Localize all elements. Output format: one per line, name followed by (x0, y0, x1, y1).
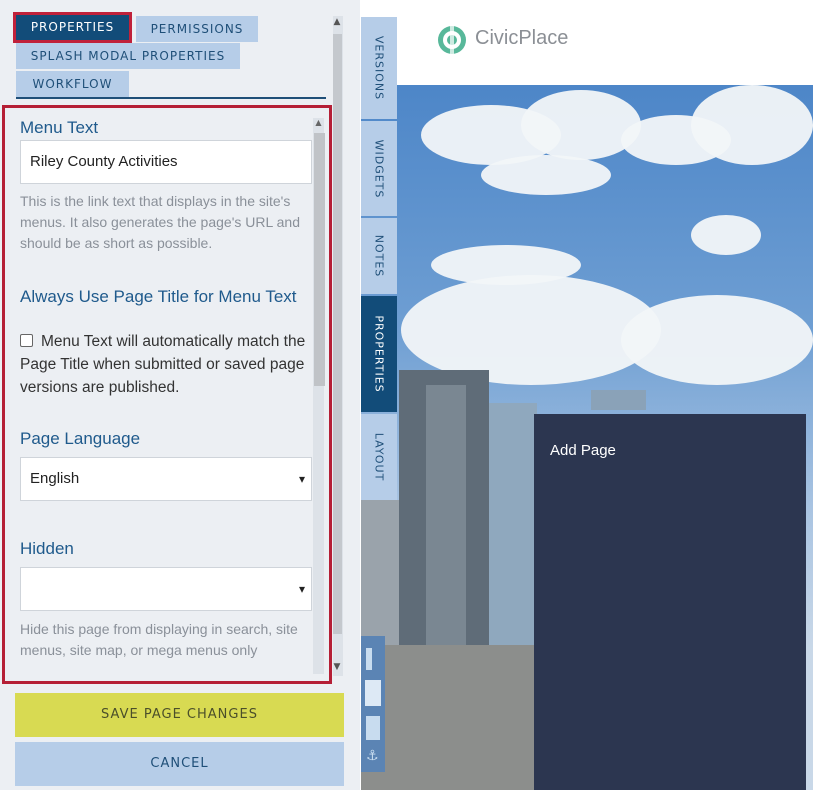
always-use-title-text: Menu Text will automatically match the P… (20, 333, 306, 396)
vtab-widgets-label: WIDGETS (372, 139, 386, 198)
always-use-title-checkbox[interactable] (20, 334, 33, 347)
page-language-label: Page Language (20, 429, 141, 448)
form-scrollbar-thumb[interactable] (314, 133, 325, 386)
menu-text-help: This is the link text that displays in t… (20, 193, 300, 251)
chevron-down-icon: ▾ (298, 582, 305, 596)
anchor-icon[interactable]: ⚓ (366, 748, 380, 764)
page-language-value: English (30, 470, 80, 487)
vtab-layout-label: LAYOUT (372, 432, 386, 482)
hidden-help: Hide this page from displaying in search… (20, 621, 298, 658)
vtab-versions[interactable]: VERSIONS (361, 17, 397, 119)
panel-scrollbar-thumb[interactable] (333, 34, 342, 634)
widget-medium-icon[interactable] (365, 680, 381, 706)
properties-panel: PROPERTIES PERMISSIONS SPLASH MODAL PROP… (0, 0, 360, 790)
vtab-widgets[interactable]: WIDGETS (361, 121, 397, 216)
tab-splash-modal-properties[interactable]: SPLASH MODAL PROPERTIES (16, 43, 240, 69)
scroll-up-arrow-icon[interactable]: ▲ (331, 17, 343, 29)
widget-small-icon[interactable] (366, 648, 372, 670)
menu-text-label: Menu Text (20, 118, 99, 137)
vtab-layout[interactable]: LAYOUT (361, 414, 397, 500)
tab-permissions[interactable]: PERMISSIONS (136, 16, 258, 42)
add-page-card[interactable]: Add Page (534, 414, 806, 790)
properties-form: ▲ Menu Text Riley County Activities This… (2, 105, 332, 684)
cancel-button[interactable]: CANCEL (15, 742, 344, 786)
page-language-select[interactable]: English ▾ (20, 457, 312, 501)
vtab-properties-label: PROPERTIES (372, 315, 386, 393)
vtab-notes[interactable]: NOTES (361, 218, 397, 294)
site-header: CivicPlace (397, 0, 813, 85)
save-page-changes-button[interactable]: SAVE PAGE CHANGES (15, 693, 344, 737)
menu-text-input[interactable]: Riley County Activities (20, 140, 312, 184)
hidden-select[interactable]: ▾ (20, 567, 312, 611)
widget-large-icon[interactable] (366, 716, 380, 740)
site-logo-text: CivicPlace (475, 27, 569, 49)
hidden-label: Hidden (20, 539, 74, 558)
chevron-down-icon: ▾ (298, 472, 305, 486)
tab-workflow[interactable]: WORKFLOW (16, 71, 129, 97)
vtab-versions-label: VERSIONS (372, 35, 386, 101)
always-use-title-row: Menu Text will automatically match the P… (20, 330, 315, 399)
vtab-notes-label: NOTES (372, 234, 386, 278)
tabs-divider (16, 97, 326, 99)
tab-properties[interactable]: PROPERTIES (16, 14, 129, 40)
form-scroll-up-icon[interactable]: ▲ (312, 118, 325, 130)
civicplace-logo-icon (438, 26, 466, 54)
always-use-title-label: Always Use Page Title for Menu Text (20, 287, 297, 306)
vtab-properties[interactable]: PROPERTIES (361, 296, 397, 412)
widget-toolbar: ⚓ (361, 636, 385, 772)
page-preview: CivicPlace Add Page ⚓ (361, 0, 813, 790)
scroll-down-arrow-icon[interactable]: ▼ (331, 662, 343, 674)
add-page-label: Add Page (550, 442, 616, 459)
